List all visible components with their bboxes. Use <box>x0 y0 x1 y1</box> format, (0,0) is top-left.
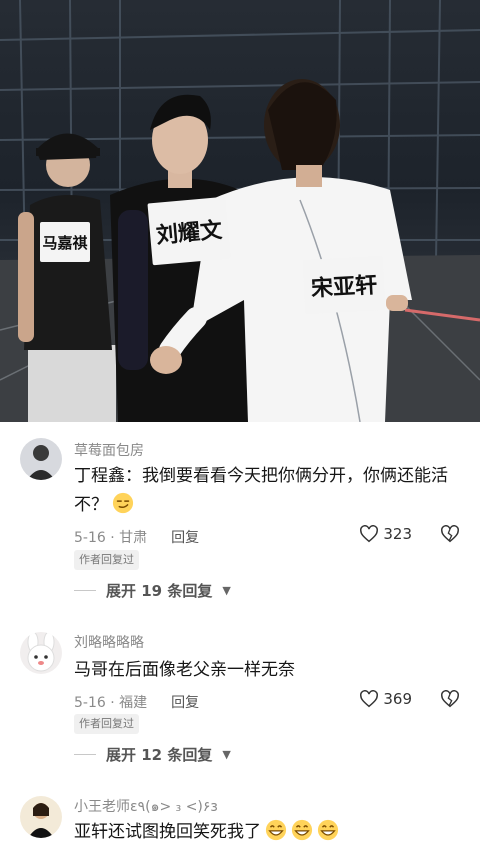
like-count: 369 <box>383 690 412 708</box>
reply-button[interactable]: 回复 <box>171 527 199 547</box>
heart-icon <box>360 690 379 708</box>
like-count: 323 <box>383 525 412 543</box>
dislike-button[interactable] <box>440 525 460 547</box>
comment-date-location: 5-16 · 甘肃 <box>74 530 148 546</box>
comment-list: 草莓面包房 丁程鑫：我倒要看看今天把你俩分开，你俩还能活不？ 5-16 · 甘肃… <box>0 422 480 853</box>
like-button[interactable]: 369 <box>359 690 412 708</box>
comment-username[interactable]: 刘略略略略 <box>74 632 144 652</box>
heart-icon <box>360 525 379 543</box>
comment-date-location: 5-16 · 福建 <box>74 695 148 711</box>
comment-username[interactable]: 草莓面包房 <box>74 440 144 460</box>
name-tag-ma: 马嘉祺 <box>40 222 90 262</box>
author-replied-badge: 作者回复过 <box>74 714 139 734</box>
video-frame[interactable]: 马嘉祺 刘耀文 宋亚轩 <box>0 0 480 422</box>
bunny-avatar-icon <box>20 632 62 674</box>
broken-heart-icon <box>441 525 459 543</box>
comment-username[interactable]: 小王老师ε٩(๑> ₃ <)۶з <box>74 796 218 818</box>
expand-replies-button[interactable]: 展开 12 条回复 ▼ <box>74 744 231 765</box>
grin-emoji-icon <box>317 819 339 841</box>
comment-text: 马哥在后面像老父亲一样无奈 <box>74 660 295 680</box>
chevron-down-icon: ▼ <box>222 584 231 597</box>
grin-emoji-icon <box>291 819 313 841</box>
comment-meta: 5-16 · 甘肃 回复 <box>74 527 199 547</box>
name-tag-liu: 刘耀文 <box>147 196 231 266</box>
avatar[interactable] <box>20 438 62 480</box>
user-avatar-icon <box>20 796 62 838</box>
smirk-emoji-icon <box>112 492 134 514</box>
divider <box>74 590 96 591</box>
stage-scene <box>0 0 480 422</box>
comment-text: 丁程鑫：我倒要看看今天把你俩分开，你俩还能活不？ <box>74 466 448 515</box>
like-button[interactable]: 323 <box>359 525 412 543</box>
expand-replies-button[interactable]: 展开 19 条回复 ▼ <box>74 580 231 601</box>
grin-emoji-icon <box>265 819 287 841</box>
reply-button[interactable]: 回复 <box>171 692 199 712</box>
chevron-down-icon: ▼ <box>222 748 231 761</box>
comment-meta: 5-16 · 福建 回复 <box>74 692 199 712</box>
comment-text: 亚轩还试图挽回笑死我了 <box>74 818 464 847</box>
divider <box>74 754 96 755</box>
dislike-button[interactable] <box>440 690 460 712</box>
user-avatar-icon <box>20 438 62 480</box>
name-tag-song: 宋亚轩 <box>302 255 386 315</box>
avatar[interactable] <box>20 632 62 674</box>
avatar[interactable] <box>20 796 62 838</box>
broken-heart-icon <box>441 690 459 708</box>
author-replied-badge: 作者回复过 <box>74 550 139 570</box>
